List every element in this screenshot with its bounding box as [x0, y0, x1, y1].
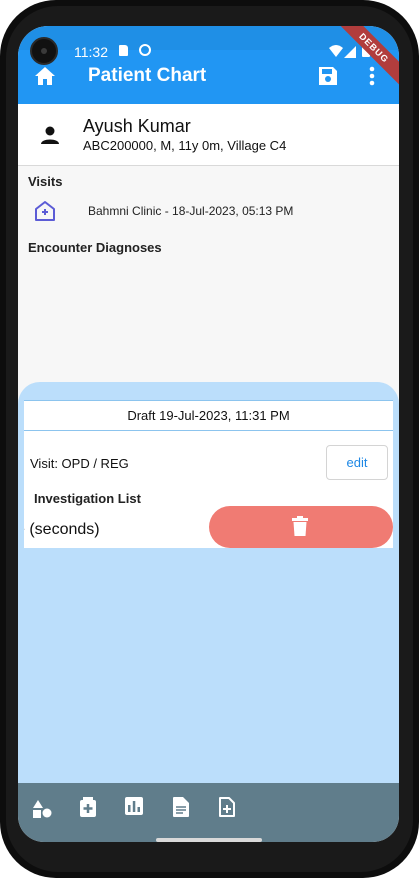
home-indicator[interactable] — [156, 838, 262, 842]
document-icon[interactable] — [173, 797, 189, 822]
sync-icon — [139, 44, 151, 56]
person-icon — [40, 125, 60, 150]
shapes-icon[interactable] — [32, 799, 52, 824]
visits-heading: Visits — [28, 174, 63, 189]
trash-icon — [291, 516, 309, 541]
medicine-box-icon[interactable] — [80, 797, 96, 822]
clinic-icon[interactable] — [34, 200, 56, 227]
save-icon[interactable] — [318, 66, 338, 91]
signal-icon — [344, 45, 356, 63]
wifi-icon — [329, 44, 343, 62]
chart-icon[interactable] — [125, 797, 143, 820]
investigation-list-heading: Investigation List — [34, 491, 141, 506]
divider — [24, 400, 393, 401]
screen: DEBUG Patient Chart Ayush Kumar ABC20000… — [18, 26, 399, 842]
home-icon[interactable] — [34, 66, 56, 91]
bottom-sheet: Draft 19-Jul-2023, 11:31 PM Visit: OPD /… — [18, 382, 399, 786]
add-document-icon[interactable] — [219, 797, 235, 822]
front-camera — [30, 37, 58, 65]
page-title: Patient Chart — [88, 65, 207, 86]
phone-frame: DEBUG Patient Chart Ayush Kumar ABC20000… — [0, 0, 419, 878]
edit-button[interactable]: edit — [326, 445, 388, 480]
divider — [24, 430, 393, 431]
draft-title: Draft 19-Jul-2023, 11:31 PM — [127, 408, 290, 423]
encounter-diagnoses-heading: Encounter Diagnoses — [28, 240, 162, 255]
visit-item[interactable]: Bahmni Clinic - 18-Jul-2023, 05:13 PM — [88, 204, 293, 218]
patient-header: Ayush Kumar ABC200000, M, 11y 0m, Villag… — [18, 104, 399, 166]
patient-details: ABC200000, M, 11y 0m, Village C4 — [83, 138, 287, 153]
status-time: 11:32 — [74, 44, 108, 60]
visit-type: Visit: OPD / REG — [30, 456, 129, 471]
bottom-toolbar — [18, 783, 399, 842]
sd-card-icon — [119, 45, 128, 56]
more-vert-icon[interactable] — [368, 65, 376, 92]
draft-encounter-card: Draft 19-Jul-2023, 11:31 PM Visit: OPD /… — [24, 400, 393, 548]
patient-name: Ayush Kumar — [83, 116, 191, 136]
swipe-delete-button[interactable] — [209, 506, 393, 548]
investigation-item[interactable]: e (seconds) — [24, 521, 100, 539]
